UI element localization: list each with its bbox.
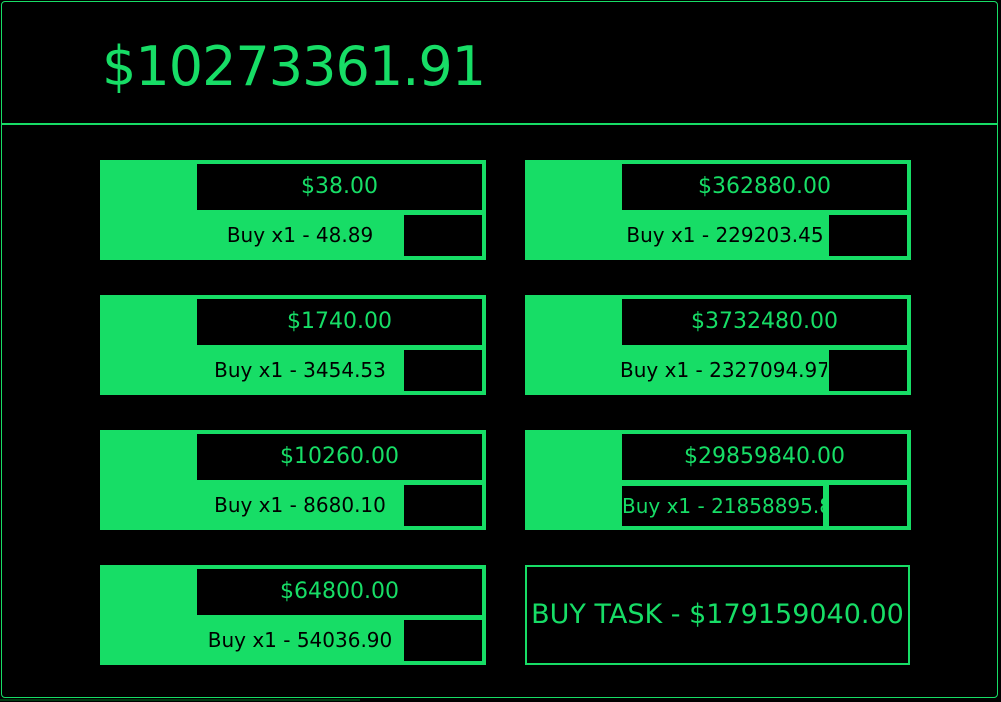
balance-display: $10273361.91 (102, 35, 486, 98)
upgrade-buy-label: Buy x1 - 48.89 (226, 223, 374, 247)
buy-task-button[interactable]: BUY TASK - $179159040.00 (525, 565, 910, 665)
upgrade-price: $64800.00 (195, 567, 484, 617)
upgrade-buy-button[interactable] (402, 348, 484, 393)
upgrade-card-7: $64800.00 Buy x1 - 54036.90 (100, 565, 486, 665)
upgrade-buy-button[interactable] (827, 483, 909, 528)
upgrade-buy-label: Buy x1 - 8680.10 (214, 493, 386, 517)
upgrade-buy-label: Buy x1 - 2327094.97 (620, 358, 830, 382)
upgrade-buy-button[interactable] (827, 348, 909, 393)
upgrade-buy-label: Buy x1 - 54036.90 (207, 628, 393, 652)
upgrade-card-2: $362880.00 Buy x1 - 229203.45 (525, 160, 911, 260)
upgrade-price: $3732480.00 (620, 297, 909, 347)
upgrade-buy-button[interactable] (402, 213, 484, 258)
upgrade-buy-label: Buy x1 - 229203.45 (626, 223, 824, 247)
upgrade-price: $1740.00 (195, 297, 484, 347)
upgrade-card-1: $38.00 Buy x1 - 48.89 (100, 160, 486, 260)
upgrade-buy-label: Buy x1 - 21858895.87 (620, 484, 825, 528)
upgrade-price: $362880.00 (620, 162, 909, 212)
bottom-divider (0, 699, 360, 701)
upgrade-buy-label: Buy x1 - 3454.53 (214, 358, 386, 382)
upgrade-buy-button[interactable] (402, 618, 484, 663)
upgrade-card-5: $10260.00 Buy x1 - 8680.10 (100, 430, 486, 530)
upgrade-card-4: $3732480.00 Buy x1 - 2327094.97 (525, 295, 911, 395)
upgrade-card-3: $1740.00 Buy x1 - 3454.53 (100, 295, 486, 395)
upgrade-price: $10260.00 (195, 432, 484, 482)
upgrade-price: $29859840.00 (620, 432, 909, 482)
upgrade-card-6: $29859840.00 Buy x1 - 21858895.87 (525, 430, 911, 530)
upgrade-buy-button[interactable] (402, 483, 484, 528)
upgrade-buy-button[interactable] (827, 213, 909, 258)
header: $10273361.91 (2, 2, 998, 125)
upgrade-price: $38.00 (195, 162, 484, 212)
